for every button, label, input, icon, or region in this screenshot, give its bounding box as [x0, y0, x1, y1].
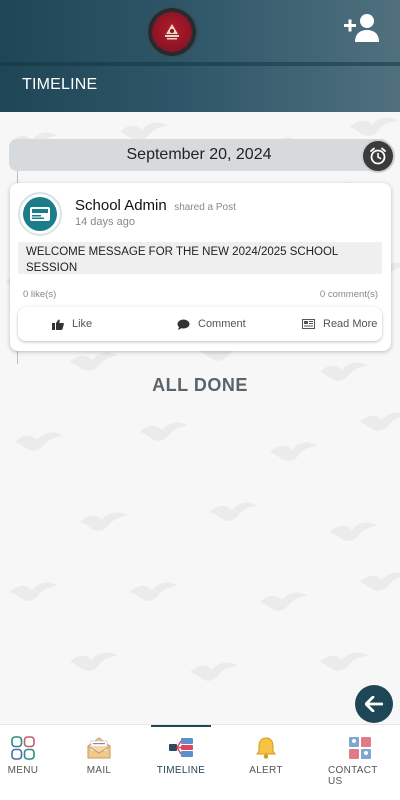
nav-label: MENU	[7, 765, 39, 776]
header-divider	[0, 62, 400, 66]
grid-icon	[11, 735, 35, 761]
like-label: Like	[72, 318, 93, 330]
timeline-date-header: September 20, 2024	[9, 139, 389, 171]
school-crest-icon	[148, 8, 196, 56]
nav-menu[interactable]: MENU	[0, 725, 46, 800]
alarm-clock-icon[interactable]	[361, 139, 395, 173]
comment-icon	[177, 319, 190, 330]
bell-icon	[254, 735, 278, 761]
nav-contact-us[interactable]: CONTACT US	[328, 725, 392, 800]
post-card[interactable]: School Admin shared a Post 14 days ago W…	[10, 183, 391, 351]
read-more-button[interactable]: Read More	[302, 307, 377, 341]
post-time: 14 days ago	[75, 216, 135, 228]
post-actions: Like Comment Read More	[18, 307, 382, 341]
post-author[interactable]: School Admin	[75, 197, 167, 214]
add-user-icon[interactable]	[343, 12, 381, 44]
nav-label: TIMELINE	[156, 765, 206, 776]
comments-count[interactable]: 0 comment(s)	[320, 289, 378, 300]
back-arrow-icon[interactable]	[355, 685, 393, 723]
app-header: TIMELINE	[0, 0, 400, 112]
nav-label: ALERT	[249, 765, 283, 776]
likes-count[interactable]: 0 like(s)	[23, 289, 56, 300]
timeline-icon	[168, 735, 194, 761]
page-title: TIMELINE	[22, 76, 98, 93]
mail-icon	[86, 735, 112, 761]
post-action-text: shared a Post	[174, 202, 236, 213]
nav-alert[interactable]: ALERT	[247, 725, 285, 800]
end-of-timeline-text: ALL DONE	[152, 375, 248, 395]
post-body: WELCOME MESSAGE FOR THE NEW 2024/2025 SC…	[18, 242, 382, 274]
avatar	[18, 192, 62, 236]
like-button[interactable]: Like	[52, 307, 92, 341]
bottom-nav: MENU MAIL TIMELINE ALERT CONTACT US	[0, 724, 400, 800]
nav-label: CONTACT US	[328, 765, 378, 787]
post-stats: 0 like(s) 0 comment(s)	[23, 289, 378, 300]
post-author-line: School Admin shared a Post	[75, 197, 236, 215]
contact-icon	[348, 735, 372, 761]
thumbs-up-icon	[52, 319, 64, 330]
comment-label: Comment	[198, 318, 246, 330]
comment-button[interactable]: Comment	[177, 307, 246, 341]
read-more-label: Read More	[323, 318, 378, 330]
nav-label: MAIL	[86, 765, 112, 776]
nav-timeline[interactable]: TIMELINE	[151, 725, 211, 800]
nav-mail[interactable]: MAIL	[77, 725, 121, 800]
newspaper-icon	[302, 319, 315, 329]
